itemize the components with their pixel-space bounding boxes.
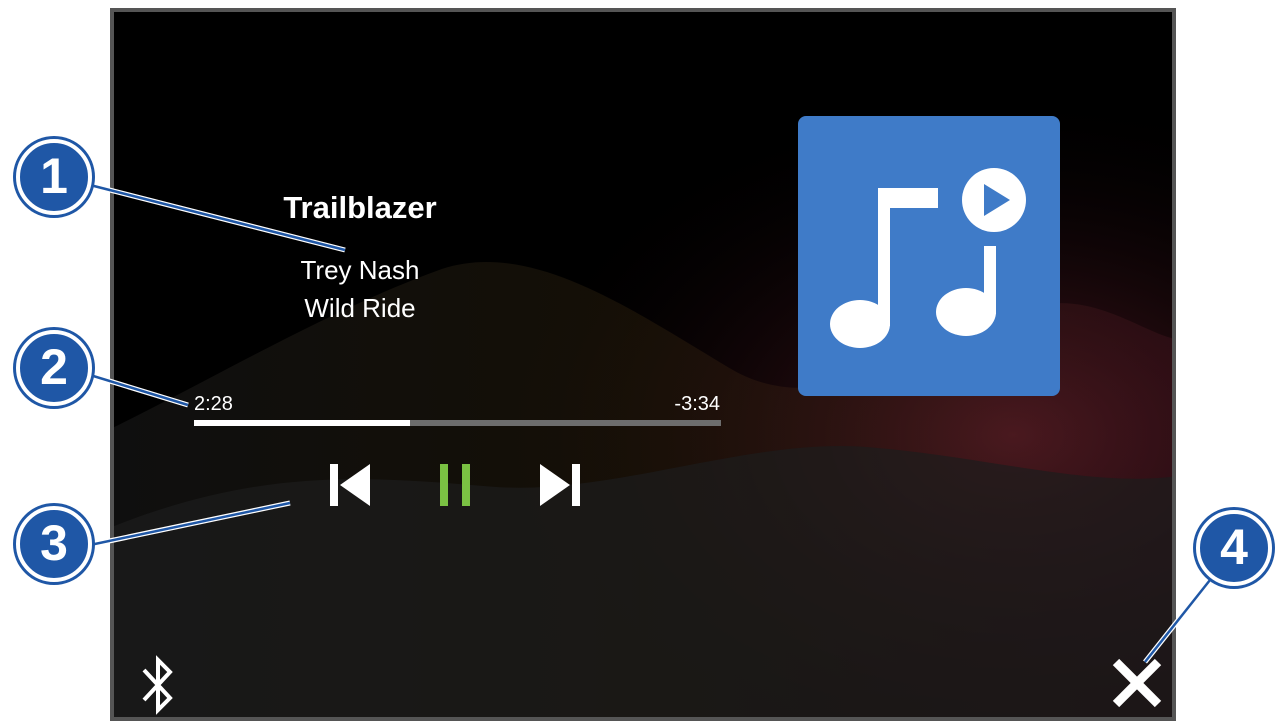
skip-next-icon: [540, 464, 580, 506]
pause-button[interactable]: [436, 462, 480, 508]
callout-3: 3: [16, 506, 92, 582]
callout-1: 1: [16, 139, 92, 215]
progress-bar[interactable]: [194, 420, 721, 426]
remaining-time: -3:34: [674, 393, 720, 415]
previous-track-button[interactable]: [328, 462, 372, 508]
album-art: [798, 116, 1060, 396]
next-track-button[interactable]: [538, 462, 582, 508]
progress-fill: [194, 420, 411, 426]
elapsed-time: 2:28: [194, 393, 233, 415]
bluetooth-button[interactable]: [138, 652, 178, 718]
close-button[interactable]: [1110, 656, 1164, 710]
music-notes-play-icon: [830, 168, 1026, 348]
close-icon: [1112, 658, 1162, 708]
artist-name: Trey Nash: [300, 255, 420, 285]
song-title: Trailblazer: [283, 190, 437, 225]
pause-icon: [440, 464, 470, 506]
bluetooth-icon: [142, 655, 173, 715]
album-name: Wild Ride: [304, 293, 416, 323]
skip-previous-icon: [330, 464, 370, 506]
callout-2: 2: [16, 330, 92, 406]
callout-4: 4: [1196, 510, 1272, 586]
